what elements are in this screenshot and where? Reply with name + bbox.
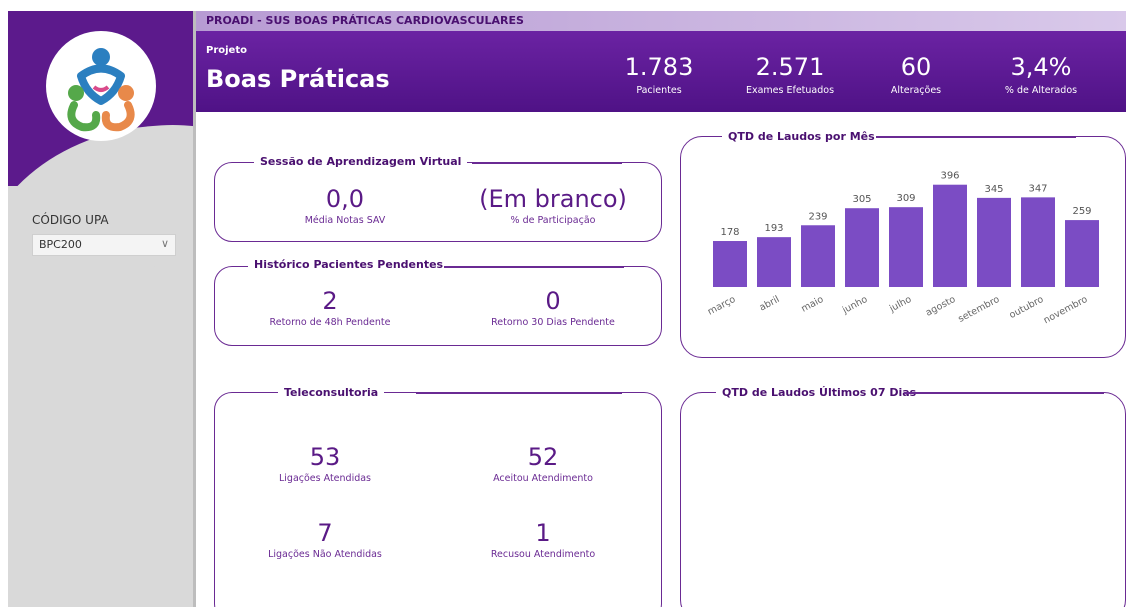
metric-label: Retorno 30 Dias Pendente	[491, 317, 615, 328]
metric-label: Média Notas SAV	[304, 215, 386, 226]
chart-category-label: novembro	[1042, 294, 1090, 326]
chart-bar[interactable]	[757, 237, 791, 287]
sidebar: CÓDIGO UPA BPC200 ∨	[8, 11, 194, 607]
sav-title: Sessão de Aprendizagem Virtual	[254, 155, 468, 168]
logo	[46, 31, 156, 141]
metric-value: 0	[545, 287, 561, 315]
kpi-label: Alterações	[890, 85, 942, 96]
kpi-value: 60	[900, 53, 932, 81]
chevron-down-icon: ∨	[160, 237, 169, 250]
dashboard-strip-title: PROADI - SUS BOAS PRÁTICAS CARDIOVASCULA…	[206, 14, 524, 27]
top-strip: PROADI - SUS BOAS PRÁTICAS CARDIOVASCULA…	[196, 11, 1126, 31]
chart-category-label: setembro	[956, 294, 1001, 325]
laudos-mes-card: 178 março 193 abril 239 maio 305 junho 309 julho 3…	[680, 136, 1126, 358]
retorno-48h: 2 Retorno de 48h Pendente	[235, 287, 425, 328]
chart-category-label: março	[706, 294, 738, 318]
header-banner: Projeto Boas Práticas 1.783 Pacientes 2.…	[196, 31, 1126, 112]
chart-category-label: julho	[887, 294, 914, 315]
chart-bar[interactable]	[933, 184, 967, 287]
chart-category-label: agosto	[924, 294, 958, 319]
teleconsultoria-card: 53 Ligações Atendidas 52 Aceitou Atendim…	[214, 392, 662, 607]
chart-title: QTD de Laudos por Mês	[722, 130, 881, 143]
chart-data-label: 309	[896, 193, 915, 204]
chart-data-label: 193	[764, 223, 783, 234]
metric-label: Aceitou Atendimento	[493, 473, 593, 484]
chart-category-label: outubro	[1007, 294, 1045, 321]
laudos-mes-chart: 178 março 193 abril 239 maio 305 junho 309 julho 3…	[706, 171, 1099, 326]
metric-label: Ligações Não Atendidas	[268, 549, 382, 560]
divider	[904, 392, 1104, 394]
chart-data-label: 259	[1072, 206, 1091, 217]
retorno-30-dias: 0 Retorno 30 Dias Pendente	[453, 287, 653, 328]
chart-category-label: junho	[840, 294, 870, 317]
chart-data-label: 345	[984, 184, 1003, 195]
divider	[416, 392, 622, 394]
chart-data-label: 239	[808, 211, 827, 222]
chart-bar[interactable]	[801, 225, 835, 287]
sav-participacao: (Em branco) % de Participação	[453, 185, 653, 226]
recusou-atendimento: 1 Recusou Atendimento	[443, 519, 643, 560]
kpi-value: 2.571	[755, 53, 825, 81]
metric-value: 53	[309, 443, 341, 471]
chart-bar[interactable]	[977, 197, 1011, 287]
laudos-7-dias-card	[680, 392, 1126, 607]
sav-card: 0,0 Média Notas SAV (Em branco) % de Par…	[214, 162, 662, 242]
divider	[876, 136, 1076, 138]
metric-value: 0,0	[325, 185, 365, 213]
metric-value: (Em branco)	[479, 185, 627, 213]
page-title: Boas Práticas	[206, 65, 390, 93]
historico-title: Histórico Pacientes Pendentes	[248, 258, 450, 271]
sav-media-notas: 0,0 Média Notas SAV	[255, 185, 435, 226]
chart-category-label: abril	[758, 294, 782, 314]
logo-icon	[67, 48, 135, 132]
divider	[444, 266, 624, 268]
metric-value: 52	[527, 443, 559, 471]
chart-bar[interactable]	[1065, 220, 1099, 287]
aceitou-atendimento: 52 Aceitou Atendimento	[443, 443, 643, 484]
chart-data-label: 396	[940, 171, 959, 182]
metric-label: % de Participação	[510, 215, 596, 226]
upa-code-select[interactable]: BPC200 ∨	[32, 234, 176, 256]
chart-bar[interactable]	[713, 241, 747, 287]
ligacoes-nao-atendidas: 7 Ligações Não Atendidas	[235, 519, 415, 560]
project-label: Projeto	[206, 45, 247, 56]
kpi-label: Pacientes	[636, 85, 682, 96]
historico-card: 2 Retorno de 48h Pendente 0 Retorno 30 D…	[214, 266, 662, 346]
kpi-value: 3,4%	[1010, 53, 1072, 81]
chart-bar[interactable]	[889, 207, 923, 287]
filter-label: CÓDIGO UPA	[32, 213, 109, 227]
laudos-7-dias-title: QTD de Laudos Últimos 07 Dias	[716, 386, 923, 399]
metric-label: Ligações Atendidas	[278, 473, 372, 484]
chart-bar[interactable]	[1021, 197, 1055, 287]
chart-bar[interactable]	[845, 208, 879, 287]
kpi-label: % de Alterados	[1004, 85, 1078, 96]
chart-data-label: 178	[720, 227, 739, 238]
teleconsultoria-title: Teleconsultoria	[278, 386, 385, 399]
upa-code-value: BPC200	[39, 238, 82, 251]
metric-label: Recusou Atendimento	[490, 549, 596, 560]
metric-value: 7	[317, 519, 333, 547]
metric-label: Retorno de 48h Pendente	[269, 317, 391, 328]
kpi-exames: 2.571 Exames Efetuados	[726, 53, 854, 96]
chart-data-label: 347	[1028, 183, 1047, 194]
divider	[472, 162, 622, 164]
ligacoes-atendidas: 53 Ligações Atendidas	[235, 443, 415, 484]
kpi-value: 1.783	[624, 53, 694, 81]
kpi-alteracoes: 60 Alterações	[876, 53, 956, 96]
metric-value: 2	[322, 287, 338, 315]
kpi-pacientes: 1.783 Pacientes	[614, 53, 704, 96]
chart-data-label: 305	[852, 194, 871, 205]
kpi-alterados: 3,4% % de Alterados	[986, 53, 1096, 96]
metric-value: 1	[535, 519, 551, 547]
kpi-label: Exames Efetuados	[745, 85, 835, 96]
chart-category-label: maio	[799, 294, 825, 315]
